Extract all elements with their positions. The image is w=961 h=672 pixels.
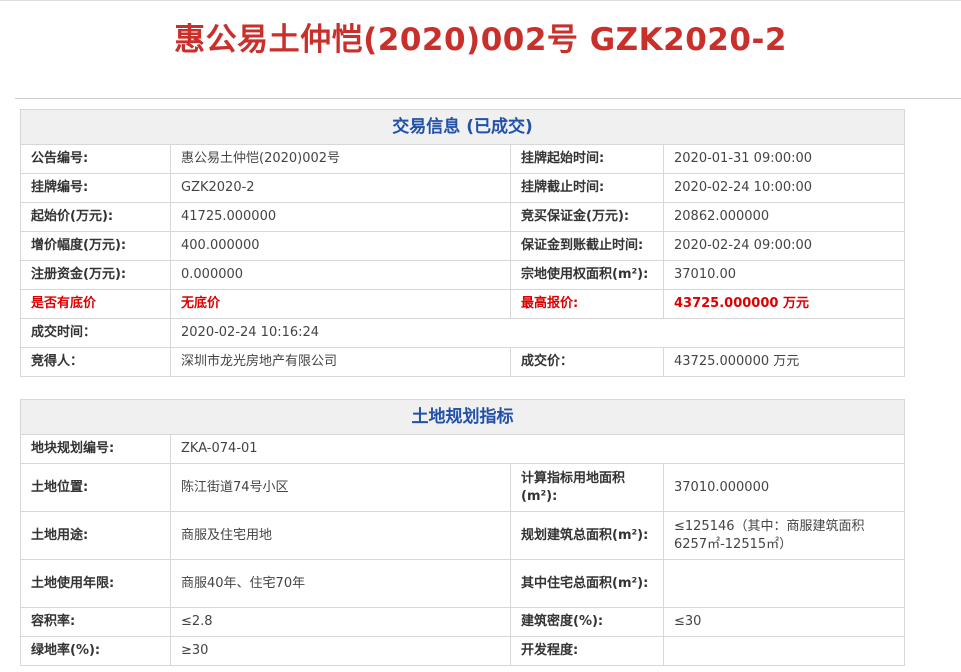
building-density-value: ≤30: [663, 607, 905, 637]
listing-start-value: 2020-01-31 09:00:00: [662, 144, 906, 174]
deposit-deadline-value: 2020-02-24 09:00:00: [662, 231, 906, 261]
top-divider: [0, 0, 961, 1]
table-row: 土地位置: 陈江街道74号小区 计算指标用地面积(m²): 37010.0000…: [20, 463, 905, 512]
start-price-label: 起始价(万元):: [20, 202, 171, 232]
table-row: 是否有底价 无底价 最高报价: 43725.000000 万元: [20, 289, 906, 319]
table-row: 挂牌编号: GZK2020-2 挂牌截止时间: 2020-02-24 10:00…: [20, 173, 906, 203]
plot-no-value: ZKA-074-01: [170, 434, 905, 464]
table-row: 容积率: ≤2.8 建筑密度(%): ≤30: [20, 607, 905, 637]
winner-value: 深圳市龙光房地产有限公司: [170, 347, 511, 377]
table-row: 起始价(万元): 41725.000000 竞买保证金(万元): 20862.0…: [20, 202, 906, 232]
table-row: 注册资金(万元): 0.000000 宗地使用权面积(m²): 37010.00: [20, 260, 906, 290]
listing-no-label: 挂牌编号:: [20, 173, 171, 203]
page-title: 惠公易土仲恺(2020)002号 GZK2020-2: [174, 22, 787, 58]
increment-value: 400.000000: [170, 231, 511, 261]
deposit-deadline-label: 保证金到账截止时间:: [510, 231, 664, 261]
listing-end-label: 挂牌截止时间:: [510, 173, 664, 203]
table-row: 土地使用年限: 商服40年、住宅70年 其中住宅总面积(m²):: [20, 559, 905, 608]
plot-ratio-label: 容积率:: [20, 607, 171, 637]
increment-label: 增价幅度(万元):: [20, 231, 171, 261]
location-label: 土地位置:: [20, 463, 171, 512]
listing-start-label: 挂牌起始时间:: [510, 144, 664, 174]
listing-no-value: GZK2020-2: [170, 173, 511, 203]
deal-price-label: 成交价：: [510, 347, 664, 377]
trade-section-title: 交易信息 (已成交): [19, 109, 906, 145]
development-level-value: [663, 636, 905, 666]
table-row: 成交时间： 2020-02-24 10:16:24: [20, 318, 906, 348]
table-row: 地块规划编号: ZKA-074-01: [20, 434, 905, 464]
table-row: 公告编号: 惠公易土仲恺(2020)002号 挂牌起始时间: 2020-01-3…: [20, 144, 906, 174]
building-density-label: 建筑密度(%):: [510, 607, 664, 637]
term-value: 商服40年、住宅70年: [170, 559, 511, 608]
total-floor-area-value: ≤125146（其中：商服建筑面积6257㎡-12515㎡）: [663, 511, 905, 560]
page: 惠公易土仲恺(2020)002号 GZK2020-2 交易信息 (已成交) 公告…: [0, 0, 961, 672]
highest-bid-label: 最高报价:: [510, 289, 664, 319]
announcement-no-value: 惠公易土仲恺(2020)002号: [170, 144, 511, 174]
plot-ratio-value: ≤2.8: [170, 607, 511, 637]
highest-bid-value: 43725.000000 万元: [662, 289, 906, 319]
registered-capital-label: 注册资金(万元):: [20, 260, 171, 290]
residential-area-value: [663, 559, 905, 608]
green-ratio-value: ≥30: [170, 636, 511, 666]
listing-end-value: 2020-02-24 10:00:00: [662, 173, 906, 203]
table-row: 绿地率(%): ≥30 开发程度:: [20, 636, 905, 666]
land-use-value: 商服及住宅用地: [170, 511, 511, 560]
reserve-price-value: 无底价: [170, 289, 511, 319]
total-floor-area-label: 规划建筑总面积(m²):: [510, 511, 664, 560]
plot-no-label: 地块规划编号:: [20, 434, 171, 464]
deposit-value: 20862.000000: [662, 202, 906, 232]
land-area-value: 37010.00: [662, 260, 906, 290]
trade-info-table: 交易信息 (已成交) 公告编号: 惠公易土仲恺(2020)002号 挂牌起始时间…: [19, 109, 906, 377]
deposit-label: 竞买保证金(万元):: [510, 202, 664, 232]
land-use-label: 土地用途:: [20, 511, 171, 560]
location-value: 陈江街道74号小区: [170, 463, 511, 512]
start-price-value: 41725.000000: [170, 202, 511, 232]
plan-section-title: 土地规划指标: [20, 399, 905, 435]
land-area-label: 宗地使用权面积(m²):: [510, 260, 664, 290]
title-divider: [15, 98, 961, 99]
table-row: 竞得人： 深圳市龙光房地产有限公司 成交价： 43725.000000 万元: [20, 347, 906, 377]
calc-area-label: 计算指标用地面积(m²):: [510, 463, 664, 512]
deal-time-label: 成交时间：: [20, 318, 171, 348]
green-ratio-label: 绿地率(%):: [20, 636, 171, 666]
land-plan-table: 土地规划指标 地块规划编号: ZKA-074-01 土地位置: 陈江街道74号小…: [20, 399, 905, 666]
term-label: 土地使用年限:: [20, 559, 171, 608]
registered-capital-value: 0.000000: [170, 260, 511, 290]
residential-area-label: 其中住宅总面积(m²):: [510, 559, 664, 608]
calc-area-value: 37010.000000: [663, 463, 905, 512]
winner-label: 竞得人：: [20, 347, 171, 377]
table-row: 增价幅度(万元): 400.000000 保证金到账截止时间: 2020-02-…: [20, 231, 906, 261]
announcement-no-label: 公告编号:: [20, 144, 171, 174]
reserve-price-label: 是否有底价: [20, 289, 171, 319]
deal-price-value: 43725.000000 万元: [662, 347, 906, 377]
deal-time-value: 2020-02-24 10:16:24: [169, 318, 906, 348]
table-row: 土地用途: 商服及住宅用地 规划建筑总面积(m²): ≤125146（其中：商服…: [20, 511, 905, 560]
development-level-label: 开发程度:: [510, 636, 664, 666]
